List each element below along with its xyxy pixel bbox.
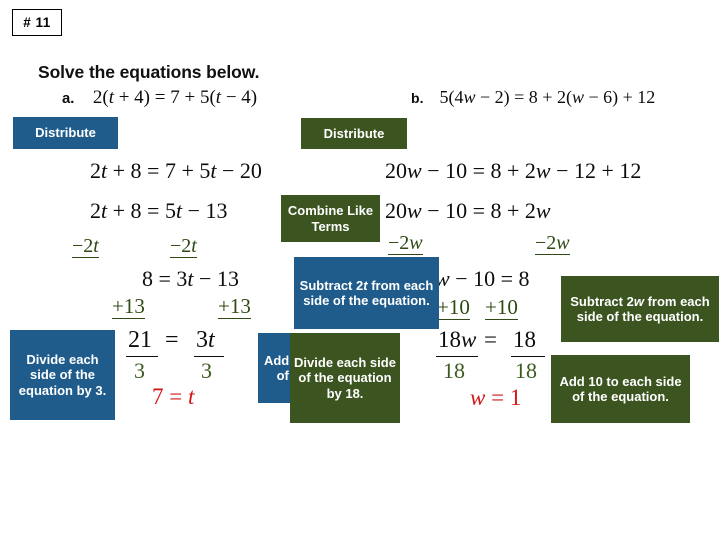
problem-a-subtract-right: −2t <box>170 235 197 258</box>
problem-a-label: a. <box>62 91 75 107</box>
problem-b-add-left: +10 <box>437 295 470 320</box>
problem-b-label: b. <box>411 90 424 106</box>
slide-canvas: # 11 Solve the equations below. a. 2(t +… <box>0 0 720 540</box>
problem-a-add-right: +13 <box>218 294 251 319</box>
problem-a-step-1: 2t + 8 = 7 + 5t − 20 <box>90 158 262 183</box>
problem-b-fraction-bar-left <box>436 356 478 357</box>
callout-subtract-2w-label: Subtract 2w from each side of the equati… <box>570 293 710 324</box>
callout-subtract-2t-label: Subtract 2t from each side of the equati… <box>299 277 434 308</box>
problem-b-solution: w = 1 <box>470 385 522 410</box>
callout-subtract-2t[interactable]: Subtract 2t from each side of the equati… <box>294 257 439 329</box>
problem-b-divisor-left: 18 <box>443 358 465 383</box>
problem-a-fraction-bar-left <box>126 356 158 357</box>
problem-b-subtract-right: −2w <box>535 232 570 255</box>
problem-a-equation: a. 2(t + 4) = 7 + 5(t − 4) <box>62 88 257 107</box>
callout-distribute-a[interactable]: Distribute <box>13 117 118 149</box>
problem-a-solution: 7 = t <box>152 384 195 409</box>
problem-a-step-4-right-numerator: 3t <box>196 327 215 353</box>
callout-add-10[interactable]: Add 10 to each side of the equation. <box>551 355 690 423</box>
problem-a-step-4-left-numerator: 21 <box>128 327 152 353</box>
problem-a-fraction-bar-right <box>194 356 224 357</box>
problem-a-equation-text: 2(t + 4) = 7 + 5(t − 4) <box>92 87 258 108</box>
callout-distribute-b[interactable]: Distribute <box>301 118 407 149</box>
problem-b-step-2: 20w − 10 = 8 + 2w <box>385 198 551 223</box>
problem-b-step-1: 20w − 10 = 8 + 2w − 12 + 12 <box>385 158 642 183</box>
problem-b-equals-sign: = <box>484 327 497 352</box>
problem-b-equation-text: 5(4w − 2) = 8 + 2(w − 6) + 12 <box>439 87 656 107</box>
callout-combine-like-terms[interactable]: Combine Like Terms <box>281 195 380 242</box>
problem-a-step-2: 2t + 8 = 5t − 13 <box>90 198 228 223</box>
problem-b-subtract-left: −2w <box>388 232 423 255</box>
problem-b-equation: b. 5(4w − 2) = 8 + 2(w − 6) + 12 <box>411 88 655 106</box>
problem-a-equals-sign: = <box>165 327 179 353</box>
page-title: Solve the equations below. <box>38 62 260 82</box>
problem-b-fraction-bar-right <box>511 356 545 357</box>
problem-b-divisor-right: 18 <box>515 358 537 383</box>
slide-number-badge: # 11 <box>12 9 62 36</box>
callout-divide-by-18[interactable]: Divide each side of the equation by 18. <box>290 333 400 423</box>
problem-a-subtract-left: −2t <box>72 235 99 258</box>
problem-a-add-left: +13 <box>112 294 145 319</box>
problem-b-step-4-left-numerator: 18w <box>438 327 477 352</box>
problem-b-add-right: +10 <box>485 295 518 320</box>
problem-a-step-3: 8 = 3t − 13 <box>142 266 239 291</box>
problem-a-divisor-right: 3 <box>201 358 212 383</box>
problem-b-step-4-right-numerator: 18 <box>513 327 536 352</box>
callout-subtract-2w[interactable]: Subtract 2w from each side of the equati… <box>561 276 719 342</box>
callout-divide-by-3[interactable]: Divide each side of the equation by 3. <box>10 330 115 420</box>
problem-a-divisor-left: 3 <box>134 358 145 383</box>
